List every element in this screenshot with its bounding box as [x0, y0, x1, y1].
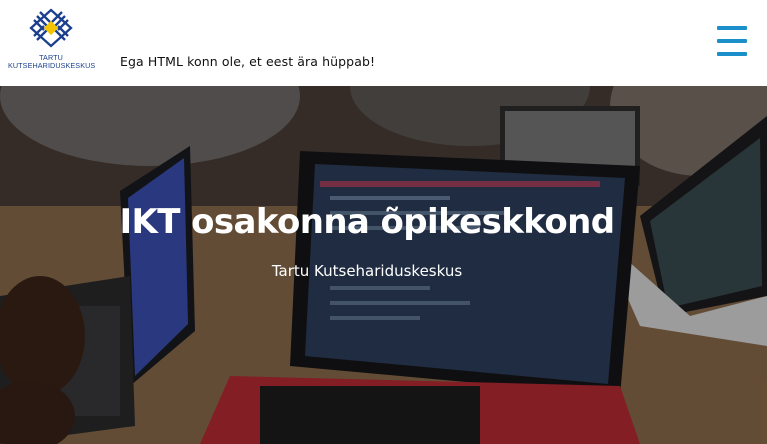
- hamburger-menu-icon: [717, 26, 747, 30]
- logo[interactable]: TARTU KUTSEHARIDUSKESKUS: [8, 8, 96, 74]
- hamburger-menu-icon-bar: [717, 52, 747, 56]
- site-header: TARTU KUTSEHARIDUSKESKUS Ega HTML konn o…: [0, 0, 767, 86]
- hamburger-menu-icon-bar: [717, 39, 747, 43]
- hero-title: IKT osakonna õpikeskkond: [119, 202, 616, 242]
- logo-emblem-icon: [29, 8, 73, 48]
- hamburger-menu-button[interactable]: [717, 24, 747, 58]
- site-tagline: Ega HTML konn ole, et eest ära hüppab!: [120, 54, 376, 69]
- hero-banner: IKT osakonna õpikeskkond Tartu Kutsehari…: [0, 86, 767, 444]
- hero-subtitle: Tartu Kutsehariduskeskus: [271, 262, 463, 280]
- logo-text: TARTU KUTSEHARIDUSKESKUS: [8, 54, 96, 70]
- logo-line2: KUTSEHARIDUSKESKUS: [8, 61, 96, 70]
